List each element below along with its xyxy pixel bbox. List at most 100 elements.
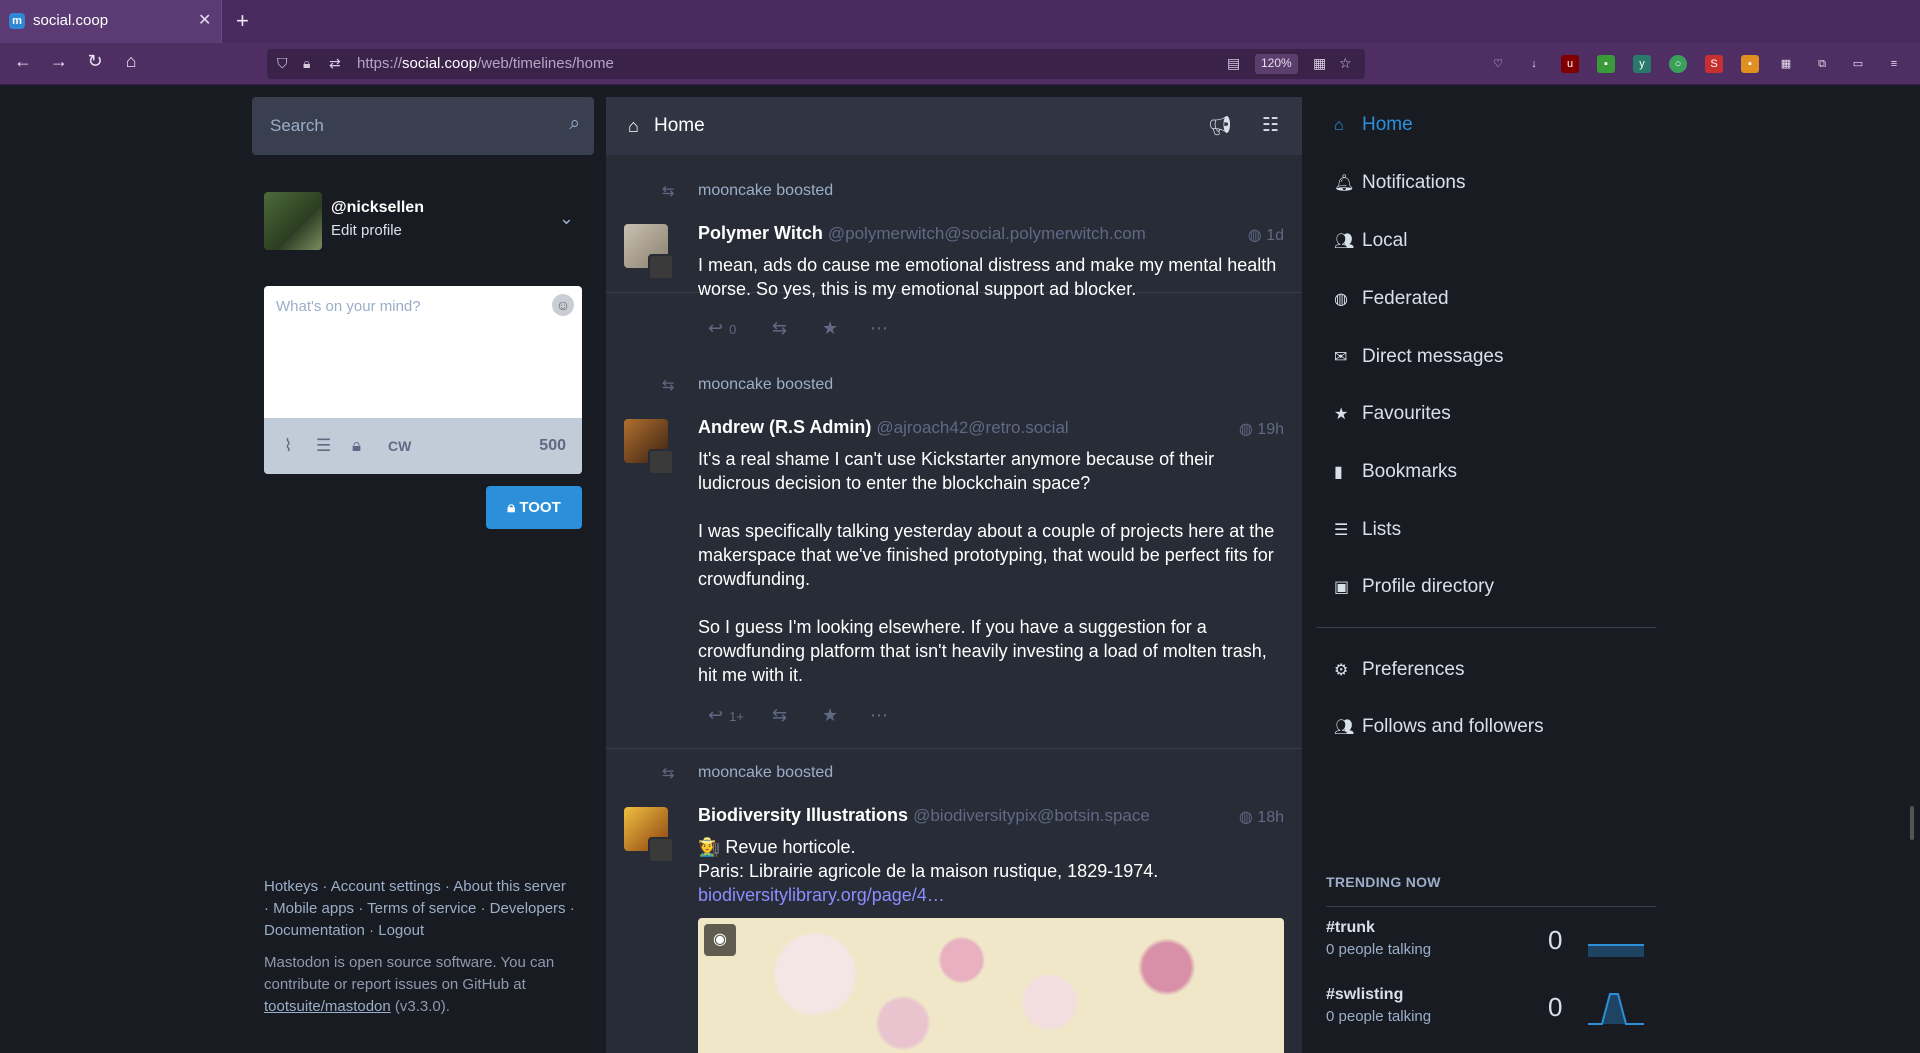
nav-follows-and-followers[interactable]: 👥︎ Follows and followers [1334,716,1544,738]
search-input[interactable]: Search [270,116,324,136]
shield-icon[interactable]: ⛉ [277,55,288,72]
status-item[interactable]: ⇆ mooncake boosted Polymer Witch @polyme… [606,165,1302,299]
status-author[interactable]: Polymer Witch @polymerwitch@social.polym… [698,223,1146,244]
nav-lists[interactable]: ☰ Lists [1334,519,1401,541]
footer-link-logout[interactable]: Logout [378,922,424,939]
reader-view-icon[interactable]: ▤ [1227,55,1240,72]
chevron-down-icon[interactable]: ⌄ [559,208,574,229]
avatar[interactable] [264,192,322,250]
edit-profile-link[interactable]: Edit profile [331,222,402,239]
nav-local[interactable]: 👥︎ Local [1334,230,1407,252]
nav-profile-directory[interactable]: ▣ Profile directory [1334,576,1494,598]
status-time[interactable]: ◍ 1d [1248,225,1284,245]
booster-avatar[interactable] [648,254,674,280]
extension-s-icon[interactable]: S [1705,55,1723,73]
favourite-icon[interactable]: ★ [822,318,838,339]
booster-avatar[interactable] [648,449,674,475]
boosted-by-text[interactable]: mooncake boosted [698,182,833,200]
repo-link[interactable]: tootsuite/mastodon [264,998,391,1015]
status-author[interactable]: Andrew (R.S Admin) @ajroach42@retro.soci… [698,417,1069,438]
profile-handle[interactable]: @nicksellen [331,199,424,217]
ublock-icon[interactable]: u [1561,55,1579,73]
search-icon[interactable]: ⌕ [569,113,580,135]
reload-icon[interactable]: ↻ [83,51,107,72]
announcements-icon[interactable]: 📢︎ [1208,114,1232,138]
eye-slash-icon[interactable]: ◉ [704,924,736,956]
column-settings-icon[interactable]: ☷ [1262,114,1279,137]
more-icon[interactable]: ⋯ [870,705,888,726]
attach-media-icon[interactable]: ⌇ [284,436,292,456]
trending-item[interactable]: #trunk 0 people talking 0 [1326,919,1646,969]
extension-green-icon[interactable]: ▪ [1597,55,1615,73]
extension-orange-icon[interactable]: ▪ [1741,55,1759,73]
trending-item[interactable]: #swlisting 0 people talking 0 [1326,986,1646,1036]
bookmark-star-icon[interactable]: ☆ [1339,55,1352,72]
pocket-icon[interactable]: ♡ [1489,55,1507,73]
footer-link-about[interactable]: About this server [453,878,566,895]
permissions-icon[interactable]: ⇄ [329,55,341,72]
status-item[interactable]: ⇆ mooncake boosted Biodiversity Illustra… [606,747,1302,1053]
nav-preferences[interactable]: ⚙ Preferences [1334,659,1464,681]
favourite-icon[interactable]: ★ [822,705,838,726]
boost-icon[interactable]: ⇆ [772,705,787,726]
footer-link-hotkeys[interactable]: Hotkeys [264,878,318,895]
footer-link-terms[interactable]: Terms of service [367,900,476,917]
extension-grid-icon[interactable]: ▦ [1777,55,1795,73]
extensions-grid-icon[interactable]: ▦ [1313,55,1326,72]
zoom-level[interactable]: 120% [1255,54,1298,74]
status-time[interactable]: ◍ 18h [1239,807,1284,827]
reply-icon[interactable]: ↩ 1+ [708,705,744,726]
media-attachment[interactable]: ◉ [698,918,1284,1053]
boosted-by-text[interactable]: mooncake boosted [698,764,833,782]
nav-notifications[interactable]: 🔔︎ Notifications [1334,172,1466,194]
booster-avatar[interactable] [648,837,674,863]
display-name[interactable]: Biodiversity Illustrations [698,805,908,825]
open-external-icon[interactable]: ⧉ [1813,55,1831,73]
column-title[interactable]: Home [654,115,705,137]
url-bar[interactable]: ⛉ 🔒︎ ⇄ https://social.coop/web/timelines… [267,49,1365,79]
search-box[interactable]: Search ⌕ [252,97,594,155]
reply-icon[interactable]: ↩ 0 [708,318,736,339]
page-scrollbar[interactable] [1910,806,1914,840]
extension-y-icon[interactable]: y [1633,55,1651,73]
status-link[interactable]: biodiversitylibrary.org/page/4… [698,885,945,905]
account-handle[interactable]: @biodiversitypix@botsin.space [913,806,1150,825]
display-name[interactable]: Polymer Witch [698,223,823,243]
boost-icon[interactable]: ⇆ [772,318,787,339]
hashtag[interactable]: #swlisting [1326,986,1403,1004]
status-time[interactable]: ◍ 19h [1239,419,1284,439]
footer-link-account-settings[interactable]: Account settings [331,878,441,895]
nav-home[interactable]: ⌂ Home [1334,114,1413,136]
footer-link-developers[interactable]: Developers [490,900,566,917]
compose-textarea[interactable]: What's on your mind? [276,298,421,315]
new-tab-button[interactable]: + [236,8,249,34]
display-name[interactable]: Andrew (R.S Admin) [698,417,871,437]
footer-link-documentation[interactable]: Documentation [264,922,365,939]
boosted-by-text[interactable]: mooncake boosted [698,376,833,394]
nav-bookmarks[interactable]: ▮ Bookmarks [1334,461,1457,483]
hashtag[interactable]: #trunk [1326,919,1375,937]
extension-circle-icon[interactable]: ○ [1669,55,1687,73]
url-text[interactable]: https://social.coop/web/timelines/home [357,55,614,72]
content-warning-button[interactable]: CW [388,438,411,454]
forward-icon[interactable]: → [47,51,71,72]
nav-favourites[interactable]: ★ Favourites [1334,403,1451,425]
home-icon[interactable]: ⌂ [119,51,143,72]
close-tab-icon[interactable]: ✕ [198,10,211,30]
browser-tab[interactable]: m social.coop ✕ [0,0,222,43]
status-item[interactable]: ⇆ mooncake boosted Andrew (R.S Admin) @a… [606,359,1302,749]
emoji-picker-icon[interactable]: ☺ [552,294,574,316]
status-author[interactable]: Biodiversity Illustrations @biodiversity… [698,805,1150,826]
account-handle[interactable]: @polymerwitch@social.polymerwitch.com [828,224,1146,243]
toot-button[interactable]: 🔒︎ TOOT [486,486,582,529]
downloads-icon[interactable]: ↓ [1525,55,1543,73]
privacy-lock-icon[interactable]: 🔒︎ [352,436,361,456]
page-icon[interactable]: ▭ [1849,55,1867,73]
more-icon[interactable]: ⋯ [870,318,888,339]
nav-direct-messages[interactable]: ✉ Direct messages [1334,346,1504,368]
footer-link-mobile-apps[interactable]: Mobile apps [273,900,354,917]
back-icon[interactable]: ← [11,51,35,72]
account-handle[interactable]: @ajroach42@retro.social [876,418,1068,437]
lock-icon[interactable]: 🔒︎ [303,55,310,72]
poll-icon[interactable]: ☰ [316,436,331,456]
